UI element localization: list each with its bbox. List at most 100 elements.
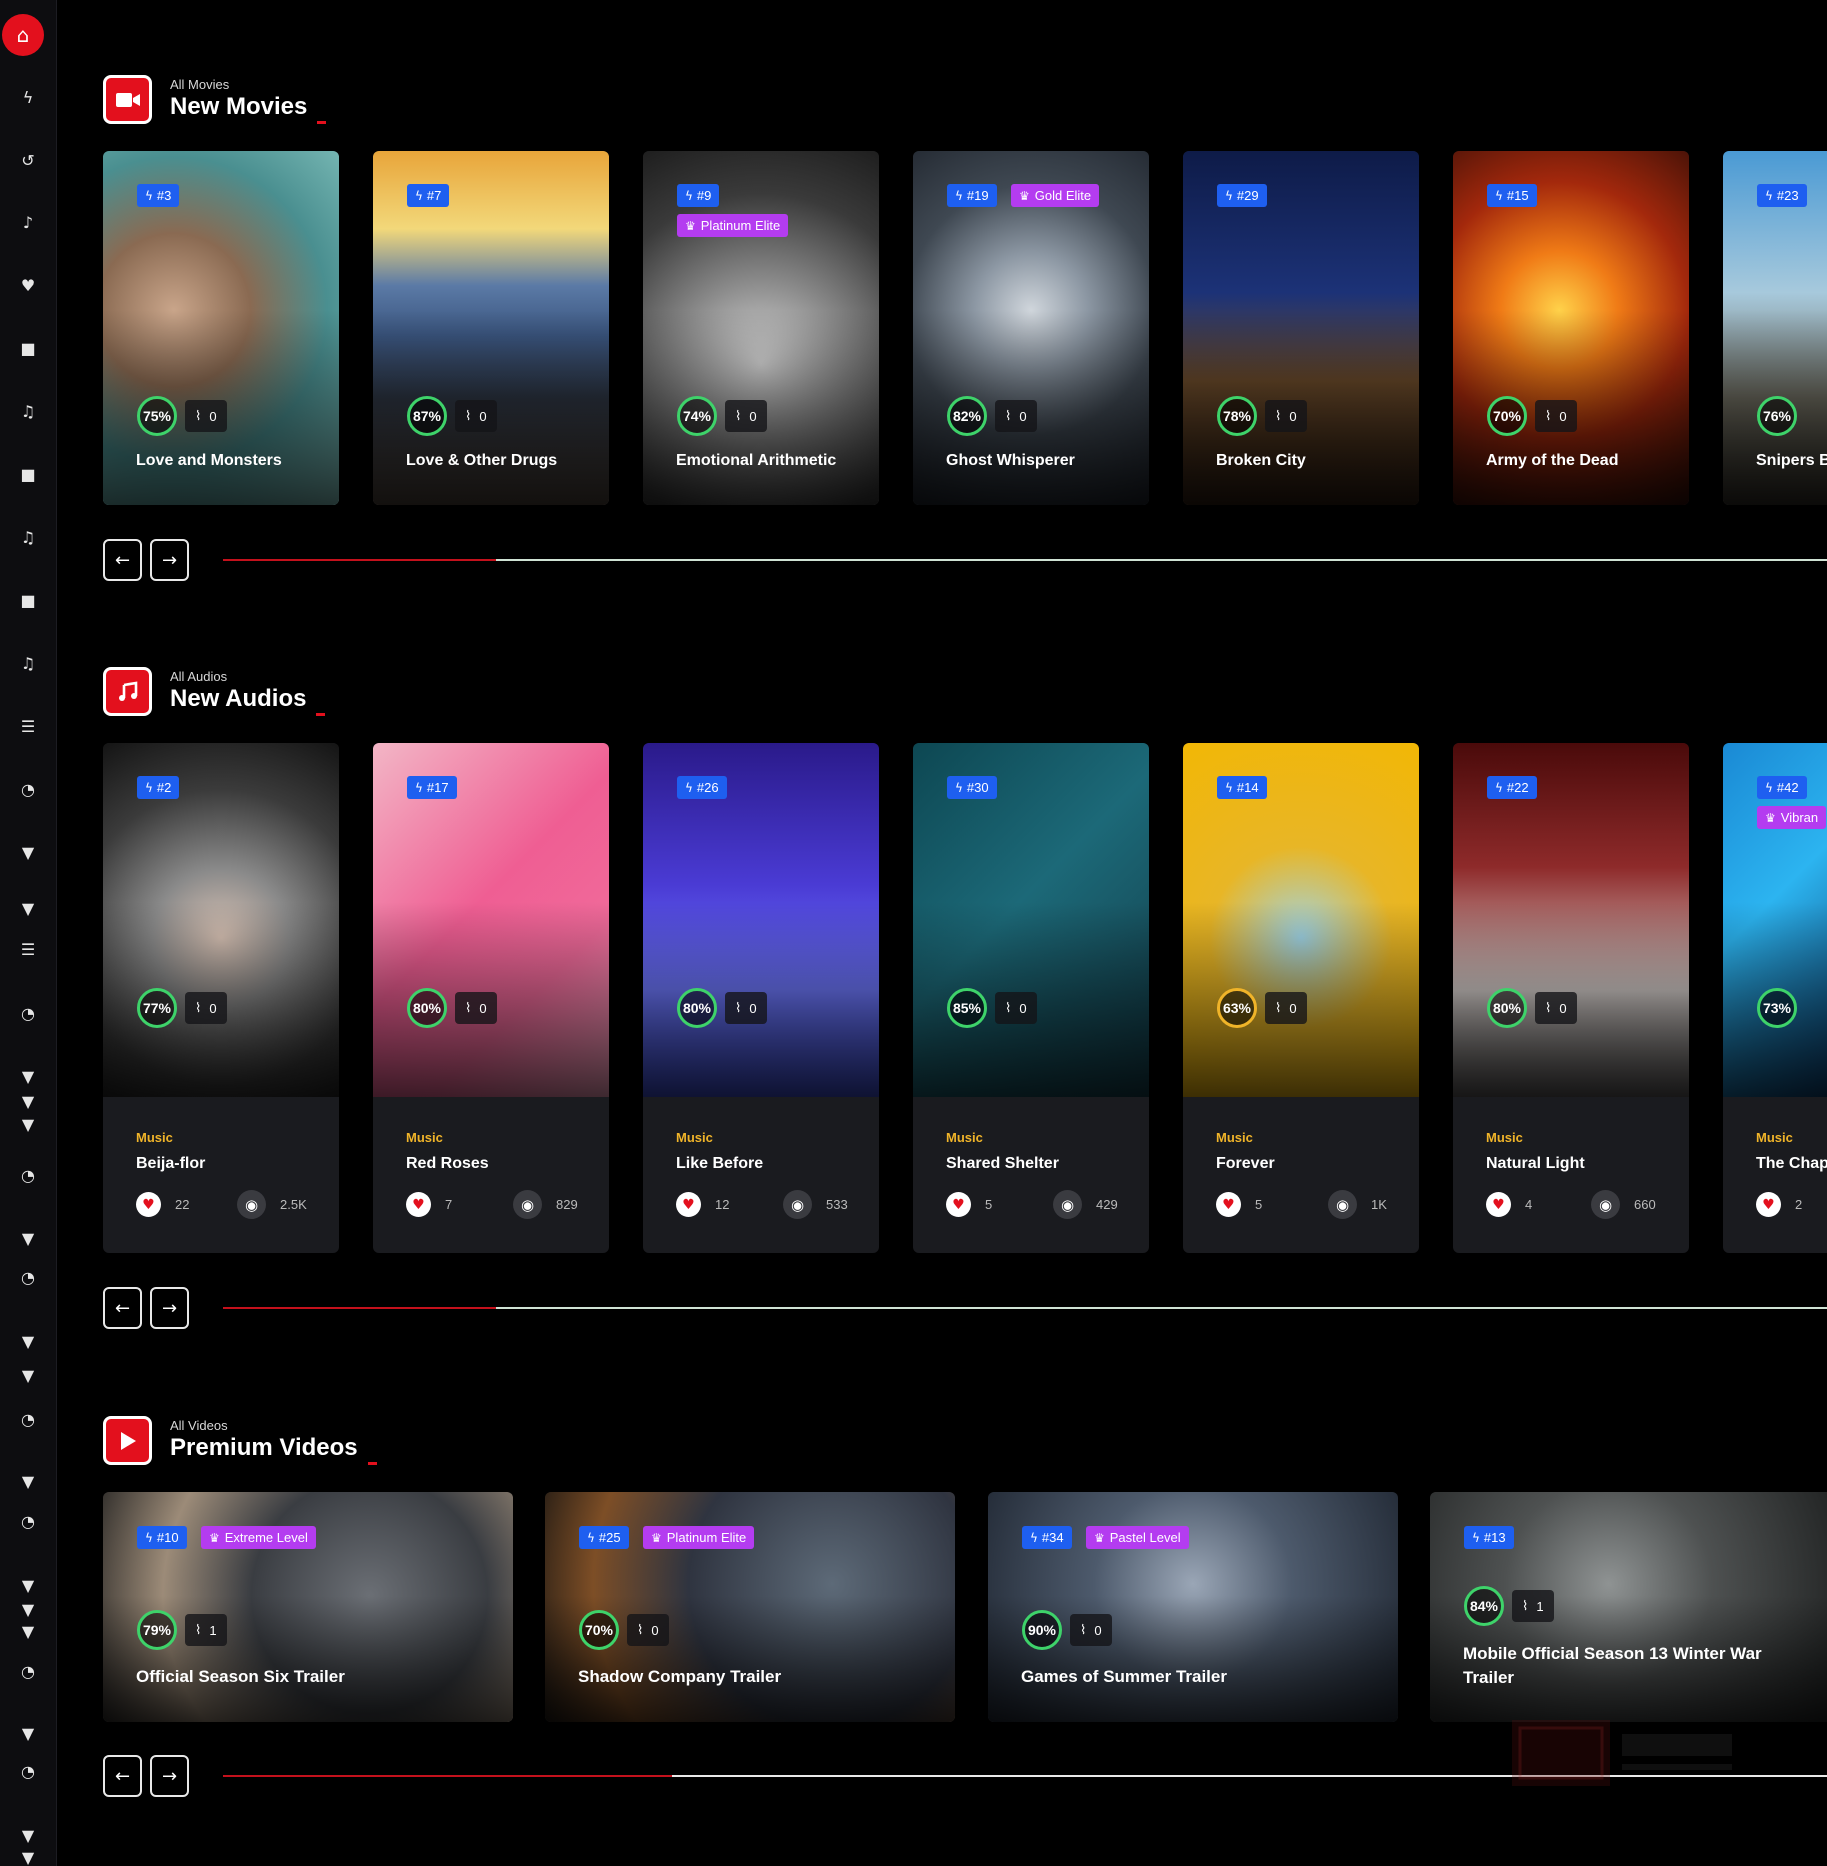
video-icon[interactable]: ■ <box>16 463 40 487</box>
podcast-icon[interactable]: ◔ <box>16 1164 40 1188</box>
movie-card[interactable]: ϟ #9 ♛ Platinum Elite 74% ⌇ 0 Emotional Ari… <box>643 151 879 505</box>
filter-icon[interactable]: ▼ <box>16 1620 40 1644</box>
genre-label[interactable]: Music <box>1486 1130 1523 1145</box>
audio-card[interactable]: ϟ #42 ♛ Vibran 73% Music The Chap ♥ 2 <box>1723 743 1827 1253</box>
filter-icon[interactable]: ▼ <box>16 1090 40 1114</box>
carousel-progress[interactable] <box>223 1307 1827 1309</box>
filter-icon[interactable]: ▼ <box>16 1065 40 1089</box>
likes[interactable]: ♥ 7 <box>406 1192 452 1217</box>
podcast-icon[interactable]: ◔ <box>16 1002 40 1026</box>
card-title[interactable]: Official Season Six Trailer <box>136 1667 345 1687</box>
card-title[interactable]: Mobile Official Season 13 Winter War Tra… <box>1463 1642 1803 1690</box>
movie-card[interactable]: ϟ #23 76% Snipers B <box>1723 151 1827 505</box>
filter-icon[interactable]: ▼ <box>16 1824 40 1848</box>
section-subtitle[interactable]: All Movies <box>170 77 229 92</box>
video-icon[interactable]: ■ <box>16 589 40 613</box>
list-icon[interactable]: ☰ <box>16 715 40 739</box>
filter-icon[interactable]: ▼ <box>16 1364 40 1388</box>
movie-card[interactable]: ϟ #15 70% ⌇ 0 Army of the Dead <box>1453 151 1689 505</box>
video-card[interactable]: ϟ #10 ♛ Extreme Level 79% ⌇ 1 Official Seas… <box>103 1492 513 1722</box>
filter-icon[interactable]: ▼ <box>16 1598 40 1622</box>
section-title[interactable]: New Movies <box>170 93 326 124</box>
video-icon[interactable]: ■ <box>16 337 40 361</box>
genre-label[interactable]: Music <box>946 1130 983 1145</box>
music-icon[interactable]: ♫ <box>16 526 40 550</box>
audio-card[interactable]: ϟ #14 63% ⌇ 0 Music Forever ♥ 5 ◉ 1K <box>1183 743 1419 1253</box>
likes[interactable]: ♥ 5 <box>946 1192 992 1217</box>
filter-icon[interactable]: ▼ <box>16 897 40 921</box>
next-button[interactable]: → <box>150 539 189 581</box>
filter-icon[interactable]: ▼ <box>16 1330 40 1354</box>
section-subtitle[interactable]: All Audios <box>170 669 227 684</box>
card-title[interactable]: Army of the Dead <box>1486 452 1618 470</box>
video-card[interactable]: ϟ #25 ♛ Platinum Elite 70% ⌇ 0 Shadow Compa… <box>545 1492 955 1722</box>
bell-icon[interactable]: ♪ <box>16 211 40 235</box>
music-icon[interactable]: ♫ <box>16 400 40 424</box>
audio-card[interactable]: ϟ #22 80% ⌇ 0 Music Natural Light ♥ 4 ◉ 660 <box>1453 743 1689 1253</box>
movie-card[interactable]: ϟ #7 87% ⌇ 0 Love & Other Drugs <box>373 151 609 505</box>
genre-label[interactable]: Music <box>676 1130 713 1145</box>
card-title[interactable]: Snipers B <box>1756 452 1827 470</box>
filter-icon[interactable]: ▼ <box>16 1574 40 1598</box>
podcast-icon[interactable]: ◔ <box>16 1408 40 1432</box>
next-button[interactable]: → <box>150 1755 189 1797</box>
podcast-icon[interactable]: ◔ <box>16 1510 40 1534</box>
genre-label[interactable]: Music <box>1216 1130 1253 1145</box>
genre-label[interactable]: Music <box>406 1130 443 1145</box>
carousel-progress[interactable] <box>223 559 1827 561</box>
audio-card[interactable]: ϟ #30 85% ⌇ 0 Music Shared Shelter ♥ 5 ◉ 429 <box>913 743 1149 1253</box>
music-icon[interactable]: ♫ <box>16 652 40 676</box>
movie-card[interactable]: ϟ #29 78% ⌇ 0 Broken City <box>1183 151 1419 505</box>
prev-button[interactable]: ← <box>103 1755 142 1797</box>
bolt-icon[interactable]: ϟ <box>16 86 40 110</box>
video-card[interactable]: ϟ #34 ♛ Pastel Level 90% ⌇ 0 Games of Summe… <box>988 1492 1398 1722</box>
audio-card[interactable]: ϟ #17 80% ⌇ 0 Music Red Roses ♥ 7 ◉ 829 <box>373 743 609 1253</box>
filter-icon[interactable]: ▼ <box>16 1846 40 1866</box>
podcast-icon[interactable]: ◔ <box>16 1660 40 1684</box>
audio-card[interactable]: ϟ #26 80% ⌇ 0 Music Like Before ♥ 12 ◉ 533 <box>643 743 879 1253</box>
prev-button[interactable]: ← <box>103 1287 142 1329</box>
card-title[interactable]: Forever <box>1216 1155 1275 1173</box>
card-title[interactable]: Shared Shelter <box>946 1155 1059 1173</box>
movie-card[interactable]: ϟ #19 ♛ Gold Elite 82% ⌇ 0 Ghost Whisperer <box>913 151 1149 505</box>
audio-card[interactable]: ϟ #2 77% ⌇ 0 Music Beija-flor ♥ 22 ◉ 2.5K <box>103 743 339 1253</box>
genre-label[interactable]: Music <box>136 1130 173 1145</box>
prev-button[interactable]: ← <box>103 539 142 581</box>
card-title[interactable]: Games of Summer Trailer <box>1021 1667 1227 1687</box>
likes[interactable]: ♥ 4 <box>1486 1192 1532 1217</box>
card-title[interactable]: Love & Other Drugs <box>406 452 557 470</box>
card-title[interactable]: The Chap <box>1756 1155 1827 1173</box>
section-subtitle[interactable]: All Videos <box>170 1418 228 1433</box>
card-title[interactable]: Like Before <box>676 1155 763 1173</box>
filter-icon[interactable]: ▼ <box>16 1113 40 1137</box>
card-title[interactable]: Shadow Company Trailer <box>578 1667 781 1687</box>
likes[interactable]: ♥ 2 <box>1756 1192 1802 1217</box>
podcast-icon[interactable]: ◔ <box>16 1266 40 1290</box>
movie-card[interactable]: ϟ #3 75% ⌇ 0 Love and Monsters <box>103 151 339 505</box>
card-title[interactable]: Love and Monsters <box>136 452 282 470</box>
podcast-icon[interactable]: ◔ <box>16 1760 40 1784</box>
filter-icon[interactable]: ▼ <box>16 841 40 865</box>
card-title[interactable]: Red Roses <box>406 1155 489 1173</box>
card-title[interactable]: Beija-flor <box>136 1155 205 1173</box>
history-icon[interactable]: ↺ <box>16 149 40 173</box>
filter-icon[interactable]: ▼ <box>16 1227 40 1251</box>
card-title[interactable]: Natural Light <box>1486 1155 1585 1173</box>
filter-icon[interactable]: ▼ <box>16 1470 40 1494</box>
podcast-icon[interactable]: ◔ <box>16 778 40 802</box>
section-title[interactable]: Premium Videos <box>170 1434 377 1465</box>
section-title[interactable]: New Audios <box>170 685 325 716</box>
heart-icon[interactable]: ♥ <box>16 274 40 298</box>
home-icon[interactable]: ⌂ <box>2 14 44 56</box>
next-button[interactable]: → <box>150 1287 189 1329</box>
filter-icon[interactable]: ▼ <box>16 1722 40 1746</box>
card-title[interactable]: Emotional Arithmetic <box>676 452 836 470</box>
likes[interactable]: ♥ 12 <box>676 1192 729 1217</box>
card-title[interactable]: Broken City <box>1216 452 1306 470</box>
card-title[interactable]: Ghost Whisperer <box>946 452 1075 470</box>
genre-label[interactable]: Music <box>1756 1130 1793 1145</box>
likes[interactable]: ♥ 5 <box>1216 1192 1262 1217</box>
likes[interactable]: ♥ 22 <box>136 1192 189 1217</box>
video-card[interactable]: ϟ #13 84% ⌇ 1 Mobile Official Season 13 Wi… <box>1430 1492 1827 1722</box>
list-icon[interactable]: ☰ <box>16 938 40 962</box>
